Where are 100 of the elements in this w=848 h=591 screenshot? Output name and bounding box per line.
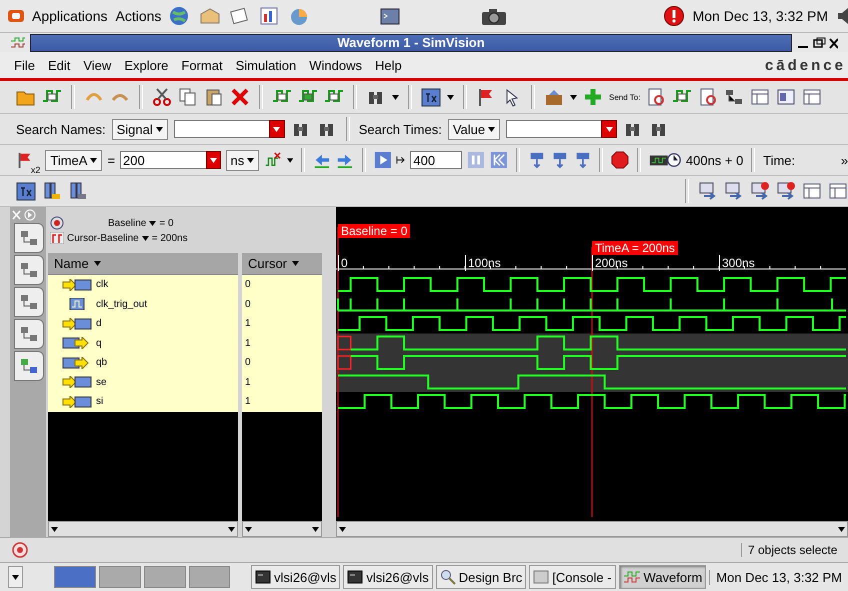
caret-icon bbox=[273, 126, 280, 132]
window-arrow-icon[interactable] bbox=[724, 181, 744, 201]
search-times-label: Search Times: bbox=[358, 122, 442, 136]
menu-item[interactable]: View bbox=[83, 58, 112, 72]
signal-list-icon[interactable] bbox=[42, 181, 62, 201]
step-icon[interactable] bbox=[574, 150, 592, 170]
window-arrow-icon[interactable] bbox=[776, 181, 796, 201]
target-icon[interactable] bbox=[12, 542, 28, 558]
unit-dropdown[interactable]: ns bbox=[226, 150, 260, 170]
table-icon[interactable] bbox=[802, 87, 822, 107]
signal-list-icon[interactable] bbox=[68, 181, 88, 201]
document-icon[interactable] bbox=[698, 87, 718, 107]
terminal-icon[interactable] bbox=[378, 6, 401, 26]
clock-icon bbox=[648, 150, 681, 170]
panel-menu[interactable]: Actions bbox=[116, 8, 162, 24]
signal-name: q bbox=[96, 338, 102, 349]
cursor-marker[interactable]: Baseline = 0 bbox=[338, 224, 410, 238]
taskbar-button[interactable]: Waveform bbox=[618, 565, 706, 589]
caret-icon bbox=[94, 261, 101, 266]
step-icon[interactable] bbox=[528, 150, 546, 170]
time-tick: 100ns bbox=[465, 255, 501, 271]
caret-icon bbox=[51, 526, 58, 532]
scissors-icon[interactable] bbox=[152, 87, 172, 107]
side-tab[interactable] bbox=[14, 319, 44, 349]
baseline-value: = 0 bbox=[159, 218, 174, 228]
search-times-field[interactable] bbox=[506, 120, 602, 138]
caret-icon bbox=[392, 94, 399, 100]
paste-icon[interactable] bbox=[204, 87, 224, 107]
speaker-icon[interactable] bbox=[836, 7, 848, 25]
menu-item[interactable]: Windows bbox=[309, 58, 362, 72]
run-time-field[interactable]: 400 bbox=[410, 151, 462, 169]
table-icon[interactable] bbox=[802, 181, 822, 201]
table-icon[interactable] bbox=[750, 87, 770, 107]
document-icon[interactable] bbox=[646, 87, 666, 107]
signal-name: clk_trig_out bbox=[96, 298, 148, 310]
menu-item[interactable]: Edit bbox=[48, 58, 70, 72]
cursor-baseline-label[interactable]: Cursor-Baseline bbox=[67, 232, 139, 244]
side-tab[interactable] bbox=[14, 351, 44, 381]
side-tab[interactable] bbox=[14, 223, 44, 253]
caret-icon bbox=[488, 126, 496, 132]
delete-icon[interactable] bbox=[230, 87, 250, 107]
zoom-target-icon[interactable] bbox=[50, 216, 64, 230]
side-tab[interactable] bbox=[14, 255, 44, 285]
cursor-baseline-value: = 200ns bbox=[152, 232, 188, 244]
side-tab[interactable] bbox=[14, 287, 44, 317]
name-column-header[interactable]: Name bbox=[48, 253, 238, 275]
cursor-value: 1 bbox=[245, 376, 251, 388]
play-icon[interactable] bbox=[374, 150, 392, 170]
cursor-value: 1 bbox=[245, 396, 251, 408]
scroll-left-button[interactable] bbox=[8, 566, 24, 588]
logo: cādence bbox=[764, 56, 847, 74]
txe-icon[interactable] bbox=[421, 87, 441, 107]
window-arrow-icon[interactable] bbox=[750, 181, 770, 201]
cursor-value: 0 bbox=[245, 357, 251, 368]
dropdown-button[interactable] bbox=[601, 120, 618, 138]
panel-menu[interactable]: Applications bbox=[32, 8, 108, 24]
cursor-dropdown[interactable]: TimeA bbox=[45, 150, 102, 170]
workspace[interactable] bbox=[188, 566, 230, 588]
window-arrow-icon[interactable] bbox=[698, 181, 718, 201]
menu-logo-icon[interactable] bbox=[8, 9, 24, 23]
cursor-delta-icon[interactable] bbox=[50, 232, 64, 244]
signal-dropdown[interactable]: Signal bbox=[112, 118, 168, 140]
cursor-marker[interactable]: TimeA = 200ns bbox=[592, 241, 678, 255]
rewind-icon[interactable] bbox=[490, 150, 508, 170]
value-dropdown[interactable]: Value bbox=[448, 118, 500, 140]
scrollbar[interactable] bbox=[48, 521, 238, 537]
time-label: Time: bbox=[763, 152, 796, 168]
caret-icon bbox=[838, 526, 845, 532]
scrollbar[interactable] bbox=[242, 521, 322, 537]
close-icon[interactable] bbox=[828, 36, 838, 50]
menu-item[interactable]: File bbox=[14, 58, 35, 72]
waveform-icon bbox=[622, 570, 641, 584]
caret-icon bbox=[142, 236, 149, 240]
maximize-icon[interactable] bbox=[812, 36, 826, 50]
overflow-chevron[interactable]: » bbox=[840, 152, 848, 168]
cursor-time-field[interactable]: 200 bbox=[120, 151, 208, 169]
stop-icon[interactable] bbox=[611, 150, 629, 170]
taskbar-clock: Mon Dec 13, 3:32 PM bbox=[709, 570, 848, 584]
taskbar-button[interactable]: vlsi26@vls bbox=[343, 565, 433, 589]
table-icon[interactable] bbox=[828, 181, 848, 201]
menu-item[interactable]: Format bbox=[181, 58, 223, 72]
signal-name: d bbox=[96, 318, 102, 330]
camera-icon[interactable] bbox=[480, 6, 507, 26]
taskbar-button[interactable]: Design Brc bbox=[436, 565, 526, 589]
menu-item[interactable]: Explore bbox=[124, 58, 168, 72]
window-icon[interactable] bbox=[776, 87, 796, 107]
alert-icon[interactable] bbox=[662, 6, 685, 26]
console-icon bbox=[533, 570, 550, 584]
menu-item[interactable]: Simulation bbox=[236, 58, 296, 72]
cursor-column-header[interactable]: Cursor bbox=[242, 253, 322, 275]
txe-icon[interactable] bbox=[16, 181, 36, 201]
search-names-field[interactable] bbox=[174, 120, 270, 138]
taskbar-button[interactable]: [Console - bbox=[529, 565, 616, 589]
menu-item[interactable]: Help bbox=[375, 58, 402, 72]
taskbar-button[interactable]: vlsi26@vls bbox=[251, 565, 340, 589]
step-icon[interactable] bbox=[550, 150, 569, 170]
caret-icon bbox=[247, 158, 254, 162]
copy-icon[interactable] bbox=[178, 87, 198, 107]
baseline-label[interactable]: Baseline bbox=[108, 218, 146, 228]
time-scrollbar[interactable] bbox=[336, 521, 848, 537]
